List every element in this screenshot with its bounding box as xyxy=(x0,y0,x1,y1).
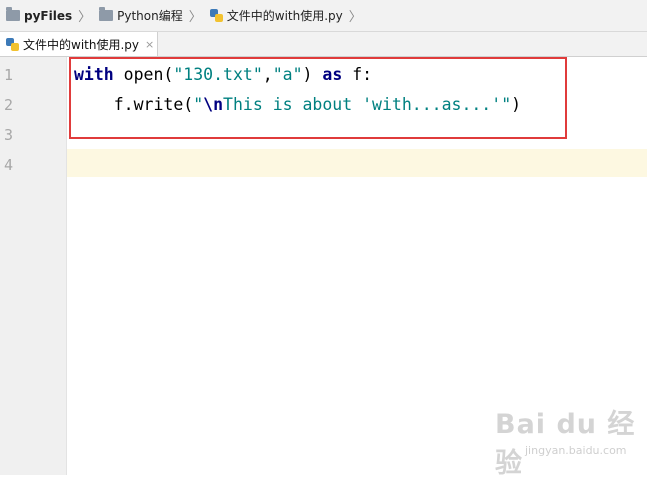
current-line-highlight xyxy=(67,149,647,177)
breadcrumb-label: 文件中的with使用.py xyxy=(226,9,343,23)
breadcrumb-item-file[interactable]: 文件中的with使用.py xyxy=(204,0,347,31)
breadcrumb-separator: 〉 xyxy=(188,10,202,25)
python-file-icon xyxy=(209,9,223,22)
annotation-highlight-box xyxy=(69,57,567,139)
python-file-icon xyxy=(6,37,19,51)
breadcrumb-separator: 〉 xyxy=(78,10,92,25)
breadcrumb-item-pyfiles[interactable]: pyFiles xyxy=(0,0,76,31)
folder-icon xyxy=(99,7,114,21)
breadcrumb-item-python-folder[interactable]: Python编程 xyxy=(93,0,187,31)
line-number-gutter: 1 2 3 4 xyxy=(0,57,67,475)
editor-tab-bar: 文件中的with使用.py × xyxy=(0,32,647,57)
breadcrumb-label: Python编程 xyxy=(117,9,183,23)
line-number: 3 xyxy=(4,126,14,144)
tab-label: 文件中的with使用.py xyxy=(23,37,139,52)
breadcrumb: pyFiles 〉 Python编程 〉 文件中的with使用.py 〉 xyxy=(0,0,647,32)
line-number: 1 xyxy=(4,66,14,84)
line-number: 2 xyxy=(4,96,14,114)
line-number: 4 xyxy=(4,156,14,174)
folder-icon xyxy=(6,7,20,21)
editor-tab-active[interactable]: 文件中的with使用.py × xyxy=(0,32,158,56)
breadcrumb-label: pyFiles xyxy=(24,8,73,23)
breadcrumb-separator: 〉 xyxy=(348,10,362,25)
watermark-logo: Bai du 经验 xyxy=(495,409,636,479)
watermark-url: jingyan.baidu.com xyxy=(525,444,627,457)
close-icon[interactable]: × xyxy=(145,38,154,51)
